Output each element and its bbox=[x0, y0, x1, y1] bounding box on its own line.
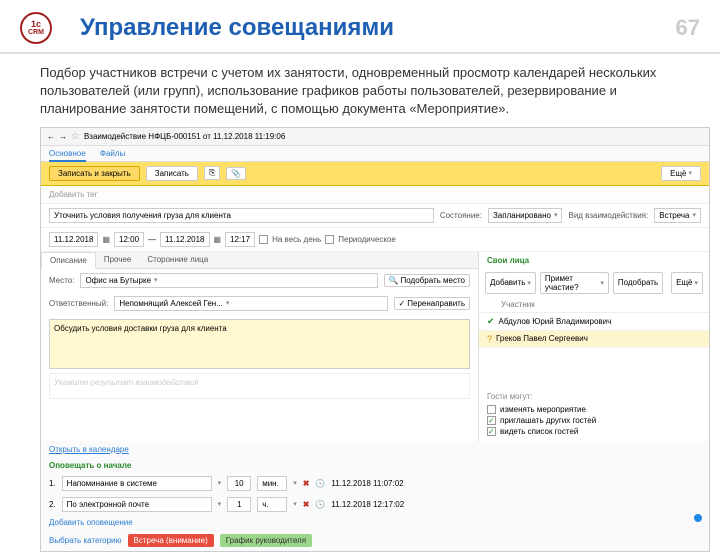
dash: — bbox=[148, 235, 156, 244]
status-select[interactable]: Запланировано▾ bbox=[488, 208, 563, 223]
pick-participant-button[interactable]: Подобрать bbox=[613, 272, 663, 294]
periodic-label: Периодическое bbox=[338, 235, 396, 244]
save-close-button[interactable]: Записать и закрыть bbox=[49, 166, 140, 181]
guest-opt-checkbox[interactable] bbox=[487, 405, 496, 414]
window-titlebar: ← → ☆ Взаимодействие НФЦБ-000151 от 11.1… bbox=[41, 128, 709, 146]
slide-description: Подбор участников встречи с учетом их за… bbox=[0, 54, 720, 127]
notify-title: Оповещать о начале bbox=[41, 458, 709, 473]
notify-unit-select[interactable]: мин. bbox=[257, 476, 287, 491]
notify-timestamp: 11.12.2018 11:07:02 bbox=[331, 479, 403, 488]
main-tabs: Основное Файлы bbox=[41, 146, 709, 162]
participant-name: Абдулов Юрий Владимирович bbox=[499, 317, 612, 326]
more-participants-button[interactable]: Ещё ▾ bbox=[671, 272, 703, 294]
allday-label: На весь день bbox=[272, 235, 321, 244]
notify-row: 1. Напоминание в системе ▾ 10 мин.▾ ✖ 🕓 … bbox=[41, 473, 709, 494]
remove-notify-icon[interactable]: ✖ bbox=[303, 479, 310, 488]
accept-button[interactable]: Примет участие? ▾ bbox=[540, 272, 609, 294]
participant-row[interactable]: ✔ Абдулов Юрий Владимирович bbox=[479, 313, 709, 331]
inner-tabs: Описание Прочее Сторонние лица bbox=[41, 252, 478, 269]
clock-icon: 🕓 bbox=[315, 500, 325, 509]
open-calendar-link[interactable]: Открыть в календаре bbox=[41, 441, 709, 458]
add-participant-button[interactable]: Добавить ▾ bbox=[485, 272, 536, 294]
tab-main[interactable]: Основное bbox=[49, 149, 86, 162]
clock-icon: 🕓 bbox=[315, 479, 325, 488]
participants-title: Свои лица bbox=[479, 252, 709, 269]
more-button[interactable]: Ещё ▾ bbox=[661, 166, 701, 181]
notify-method-input[interactable]: По электронной почте bbox=[62, 497, 212, 512]
tab-external[interactable]: Сторонние лица bbox=[139, 252, 216, 268]
slide-title: Управление совещаниями bbox=[80, 14, 394, 42]
type-label: Вид взаимодействия: bbox=[568, 211, 648, 220]
guest-opt-label: изменять мероприятие bbox=[500, 405, 586, 414]
crm-logo: 1c CRM bbox=[20, 12, 52, 44]
guests-section: Гости могут: изменять мероприятие пригла… bbox=[479, 388, 709, 441]
time-to-input[interactable]: 12:17 bbox=[225, 232, 255, 247]
back-arrow-icon[interactable]: ← bbox=[47, 132, 55, 141]
date-row: 11.12.2018 ▦ 12:00 — 11.12.2018 ▦ 12:17 … bbox=[41, 228, 709, 252]
guests-title: Гости могут: bbox=[487, 392, 701, 401]
notify-row: 2. По электронной почте ▾ 1 ч.▾ ✖ 🕓 11.1… bbox=[41, 494, 709, 515]
slide-header: 1c CRM Управление совещаниями 67 bbox=[0, 0, 720, 54]
app-window: ← → ☆ Взаимодействие НФЦБ-000151 от 11.1… bbox=[40, 127, 710, 552]
responsible-select[interactable]: Непомнящий Алексей Ген...▾ bbox=[114, 296, 387, 311]
guest-opt-label: видеть список гостей bbox=[500, 427, 578, 436]
place-label: Место: bbox=[49, 276, 74, 285]
tab-files[interactable]: Файлы bbox=[100, 149, 125, 158]
category-row: Выбрать категорию Встреча (внимание) Гра… bbox=[41, 530, 709, 551]
result-textarea[interactable]: Укажите результат взаимодействия bbox=[49, 373, 470, 399]
guest-opt-checkbox[interactable] bbox=[487, 416, 496, 425]
slide-number: 67 bbox=[676, 15, 700, 41]
status-label: Состояние: bbox=[440, 211, 482, 220]
tag-input[interactable]: Добавить тег bbox=[41, 186, 709, 204]
date-from-input[interactable]: 11.12.2018 bbox=[49, 232, 98, 247]
remove-notify-icon[interactable]: ✖ bbox=[303, 500, 310, 509]
periodic-checkbox[interactable] bbox=[325, 235, 334, 244]
place-select[interactable]: Офис на Бутырке▾ bbox=[80, 273, 377, 288]
notify-unit-select[interactable]: ч. bbox=[257, 497, 287, 512]
action-icon-button[interactable]: ⎘ bbox=[204, 166, 220, 180]
window-title: Взаимодействие НФЦБ-000151 от 11.12.2018… bbox=[84, 132, 285, 141]
participant-name: Греков Павел Сергеевич bbox=[496, 334, 588, 343]
question-icon: ? bbox=[487, 334, 492, 344]
redirect-button[interactable]: ✓ Перенаправить bbox=[394, 297, 470, 310]
participant-col-header: Участник bbox=[479, 297, 709, 313]
add-notify-link[interactable]: Добавить оповещение bbox=[41, 515, 709, 530]
notify-num: 1. bbox=[49, 479, 56, 488]
toolbar: Записать и закрыть Записать ⎘ 📎 Ещё ▾ bbox=[41, 162, 709, 186]
subject-input[interactable]: Уточнить условия получения груза для кли… bbox=[49, 208, 434, 223]
guest-opt-label: приглашать других гостей bbox=[500, 416, 596, 425]
guest-opt-checkbox[interactable] bbox=[487, 427, 496, 436]
responsible-label: Ответственный: bbox=[49, 299, 108, 308]
time-from-input[interactable]: 12:00 bbox=[114, 232, 144, 247]
notify-num: 2. bbox=[49, 500, 56, 509]
subject-row: Уточнить условия получения груза для кли… bbox=[41, 204, 709, 228]
description-textarea[interactable]: Обсудить условия доставки груза для клие… bbox=[49, 319, 470, 369]
calendar-icon[interactable]: ▦ bbox=[102, 235, 110, 244]
notify-value-input[interactable]: 1 bbox=[227, 497, 251, 512]
date-to-input[interactable]: 11.12.2018 bbox=[160, 232, 209, 247]
notify-method-input[interactable]: Напоминание в системе bbox=[62, 476, 212, 491]
notify-value-input[interactable]: 10 bbox=[227, 476, 251, 491]
forward-arrow-icon[interactable]: → bbox=[59, 132, 67, 141]
tab-other[interactable]: Прочее bbox=[96, 252, 140, 268]
tab-description[interactable]: Описание bbox=[41, 252, 96, 269]
save-button[interactable]: Записать bbox=[146, 166, 198, 181]
attach-icon-button[interactable]: 📎 bbox=[226, 167, 246, 180]
chevron-down-icon: ▾ bbox=[688, 169, 692, 177]
pick-place-button[interactable]: 🔍 Подобрать место bbox=[384, 274, 470, 287]
decorative-dot bbox=[694, 514, 702, 522]
type-select[interactable]: Встреча▾ bbox=[654, 208, 701, 223]
participants-toolbar: Добавить ▾ Примет участие? ▾ Подобрать Е… bbox=[479, 269, 709, 297]
right-panel: Свои лица Добавить ▾ Примет участие? ▾ П… bbox=[479, 252, 709, 441]
star-icon[interactable]: ☆ bbox=[71, 131, 80, 142]
allday-checkbox[interactable] bbox=[259, 235, 268, 244]
category-tag[interactable]: Встреча (внимание) bbox=[128, 534, 214, 547]
notify-timestamp: 11.12.2018 12:17:02 bbox=[331, 500, 404, 509]
participant-row[interactable]: ? Греков Павел Сергеевич bbox=[479, 331, 709, 348]
calendar-icon[interactable]: ▦ bbox=[214, 235, 222, 244]
check-icon: ✔ bbox=[487, 316, 495, 327]
left-panel: Описание Прочее Сторонние лица Место: Оф… bbox=[41, 252, 479, 441]
category-tag[interactable]: График руководителя bbox=[220, 534, 312, 547]
choose-category-link[interactable]: Выбрать категорию bbox=[49, 536, 122, 545]
